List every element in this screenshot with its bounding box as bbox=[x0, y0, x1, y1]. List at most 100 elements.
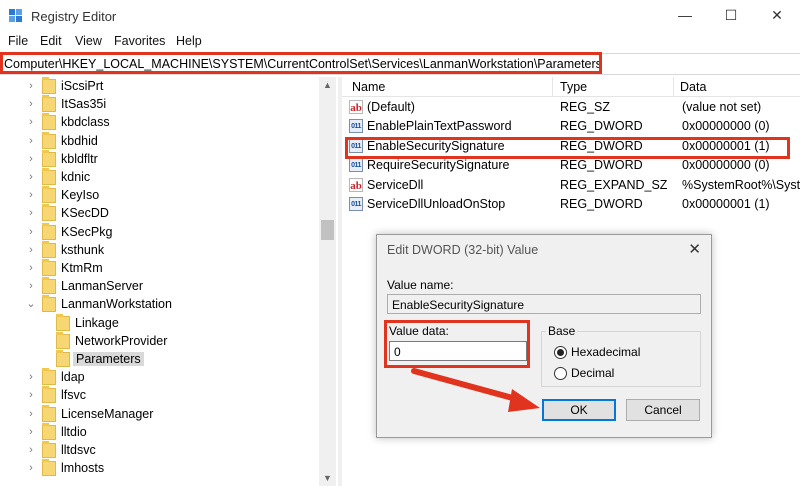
chevron-right-icon[interactable]: › bbox=[26, 153, 36, 164]
ok-button[interactable]: OK bbox=[542, 399, 616, 421]
folder-icon bbox=[42, 222, 56, 240]
tree-item-label[interactable]: kbldfltr bbox=[61, 152, 98, 166]
scroll-up-icon[interactable]: ▲ bbox=[319, 77, 336, 93]
value-row[interactable]: ab ServiceDll REG_EXPAND_SZ %SystemRoot%\Sy… bbox=[342, 176, 800, 195]
tree-item[interactable]: NetworkProvider bbox=[0, 331, 318, 351]
chevron-right-icon[interactable]: › bbox=[26, 390, 36, 401]
tree-item-label[interactable]: NetworkProvider bbox=[75, 334, 167, 348]
tree-item[interactable]: ⌄ LanmanWorkstation bbox=[0, 295, 318, 314]
tree-item[interactable]: › LicenseManager bbox=[0, 404, 318, 424]
column-name[interactable]: Name bbox=[352, 80, 385, 94]
chevron-right-icon[interactable]: › bbox=[26, 445, 36, 456]
cancel-button[interactable]: Cancel bbox=[626, 399, 700, 421]
tree-item[interactable]: › lmhosts bbox=[0, 459, 318, 478]
decimal-label[interactable]: Decimal bbox=[571, 366, 614, 380]
tree-item[interactable]: › kbdhid bbox=[0, 131, 318, 151]
hexadecimal-label[interactable]: Hexadecimal bbox=[571, 345, 640, 359]
value-row[interactable]: 011 ServiceDllUnloadOnStop REG_DWORD 0x0000… bbox=[342, 195, 800, 214]
menu-bar: File Edit View Favorites Help bbox=[0, 32, 800, 52]
chevron-right-icon[interactable]: › bbox=[26, 117, 36, 128]
chevron-right-icon[interactable]: › bbox=[26, 244, 36, 255]
folder-icon bbox=[42, 459, 56, 477]
tree-item[interactable]: › ksthunk bbox=[0, 240, 318, 260]
chevron-right-icon[interactable]: › bbox=[26, 81, 36, 92]
tree-item[interactable]: › KSecDD bbox=[0, 204, 318, 223]
menu-view[interactable]: View bbox=[75, 34, 102, 48]
base-label: Base bbox=[546, 324, 578, 338]
tree-item-label[interactable]: kbdhid bbox=[61, 134, 98, 148]
decimal-radio[interactable] bbox=[554, 367, 567, 380]
tree-item[interactable]: › kbldfltr bbox=[0, 149, 318, 169]
minimize-button[interactable]: — bbox=[662, 0, 708, 32]
value-name-label: Value name: bbox=[387, 278, 454, 292]
tree-item[interactable]: › iScsiPrt bbox=[0, 77, 318, 96]
registry-tree[interactable]: › iScsiPrt › ItSas35i › kbdclass › kbdhid › kbldf… bbox=[0, 77, 337, 486]
tree-item[interactable]: › lfsvc bbox=[0, 386, 318, 405]
tree-item[interactable]: › kdnic bbox=[0, 168, 318, 187]
tree-item-label[interactable]: ksthunk bbox=[61, 243, 104, 257]
tree-item-label[interactable]: LicenseManager bbox=[61, 407, 153, 421]
folder-icon bbox=[42, 77, 56, 94]
chevron-right-icon[interactable]: › bbox=[26, 99, 36, 110]
menu-file[interactable]: File bbox=[8, 34, 28, 48]
chevron-right-icon[interactable]: › bbox=[26, 263, 36, 274]
chevron-right-icon[interactable]: › bbox=[26, 208, 36, 219]
chevron-right-icon[interactable]: › bbox=[26, 426, 36, 437]
tree-item-label[interactable]: lltdsvc bbox=[61, 443, 96, 457]
tree-item-label[interactable]: KSecPkg bbox=[61, 225, 112, 239]
tree-item-label[interactable]: KtmRm bbox=[61, 261, 103, 275]
tree-item-label[interactable]: KeyIso bbox=[61, 188, 99, 202]
chevron-right-icon[interactable]: › bbox=[26, 408, 36, 419]
chevron-right-icon[interactable]: › bbox=[26, 463, 36, 474]
hexadecimal-radio[interactable] bbox=[554, 346, 567, 359]
chevron-right-icon[interactable]: › bbox=[26, 372, 36, 383]
value-row[interactable]: 011 RequireSecuritySignature REG_DWORD 0x00… bbox=[342, 156, 800, 175]
tree-item-label[interactable]: kdnic bbox=[61, 170, 90, 184]
tree-item-label[interactable]: Parameters bbox=[73, 352, 144, 366]
dword-value-icon: 011 bbox=[349, 197, 363, 211]
value-row[interactable]: 011 EnablePlainTextPassword REG_DWORD 0x000… bbox=[342, 117, 800, 136]
tree-item-label[interactable]: lltdio bbox=[61, 425, 87, 439]
tree-item-label[interactable]: LanmanServer bbox=[61, 279, 143, 293]
tree-item[interactable]: › ItSas35i bbox=[0, 95, 318, 114]
tree-item-label[interactable]: KSecDD bbox=[61, 206, 109, 220]
tree-item[interactable]: Parameters bbox=[0, 350, 318, 369]
chevron-right-icon[interactable]: › bbox=[26, 172, 36, 183]
column-type[interactable]: Type bbox=[560, 80, 587, 94]
column-data[interactable]: Data bbox=[680, 80, 706, 94]
chevron-down-icon[interactable]: ⌄ bbox=[26, 299, 36, 310]
chevron-right-icon[interactable]: › bbox=[26, 190, 36, 201]
menu-edit[interactable]: Edit bbox=[40, 34, 62, 48]
tree-item[interactable]: › kbdclass bbox=[0, 113, 318, 132]
tree-item[interactable]: Linkage bbox=[0, 313, 318, 333]
value-row[interactable]: ab (Default) REG_SZ (value not set) bbox=[342, 98, 800, 117]
tree-item[interactable]: › LanmanServer bbox=[0, 277, 318, 296]
tree-item[interactable]: › lltdio bbox=[0, 422, 318, 442]
tree-item-label[interactable]: iScsiPrt bbox=[61, 79, 103, 93]
tree-item-label[interactable]: lfsvc bbox=[61, 388, 86, 402]
chevron-right-icon[interactable]: › bbox=[26, 226, 36, 237]
menu-favorites[interactable]: Favorites bbox=[114, 34, 165, 48]
value-data: %SystemRoot%\Syste bbox=[682, 177, 800, 192]
tree-item[interactable]: › ldap bbox=[0, 368, 318, 387]
tree-item[interactable]: › KSecPkg bbox=[0, 222, 318, 242]
scroll-down-icon[interactable]: ▼ bbox=[319, 470, 336, 486]
tree-scrollbar[interactable]: ▲ ▼ bbox=[319, 77, 336, 486]
menu-help[interactable]: Help bbox=[176, 34, 202, 48]
tree-item-label[interactable]: Linkage bbox=[75, 316, 119, 330]
tree-item-label[interactable]: kbdclass bbox=[61, 115, 110, 129]
tree-item[interactable]: › KtmRm bbox=[0, 259, 318, 278]
close-button[interactable]: ✕ bbox=[754, 0, 800, 32]
dialog-close-icon[interactable]: ✕ bbox=[688, 240, 701, 258]
scroll-thumb[interactable] bbox=[321, 220, 334, 240]
chevron-right-icon[interactable]: › bbox=[26, 281, 36, 292]
tree-item-label[interactable]: lmhosts bbox=[61, 461, 104, 475]
maximize-button[interactable]: ☐ bbox=[708, 0, 754, 32]
folder-icon bbox=[42, 113, 56, 131]
tree-item[interactable]: › KeyIso bbox=[0, 186, 318, 205]
tree-item-label[interactable]: LanmanWorkstation bbox=[61, 297, 172, 311]
tree-item-label[interactable]: ItSas35i bbox=[61, 97, 106, 111]
chevron-right-icon[interactable]: › bbox=[26, 135, 36, 146]
tree-item-label[interactable]: ldap bbox=[61, 370, 85, 384]
tree-item[interactable]: › lltdsvc bbox=[0, 441, 318, 460]
